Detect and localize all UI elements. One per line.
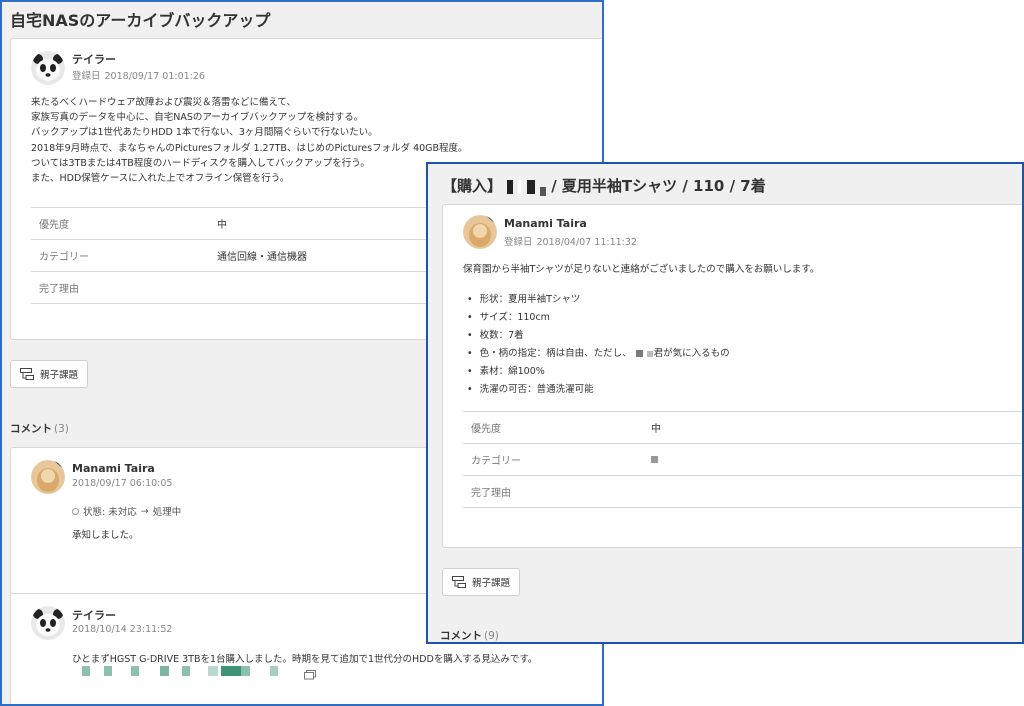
- photo-avatar-icon[interactable]: [31, 460, 65, 494]
- photo-avatar-icon[interactable]: [463, 215, 497, 249]
- comment-author[interactable]: テイラー: [72, 607, 116, 623]
- issue-spec-list: 形状：夏用半袖Tシャツ サイズ：110cm 枚数：7着 色・柄の指定：柄は自由、…: [467, 291, 730, 399]
- description-line: ついては3TBまたは4TB程度のハードディスクを購入してバックアップを行う。: [31, 157, 370, 169]
- property-row: 完了理由: [463, 475, 1022, 508]
- issue-author[interactable]: テイラー: [72, 51, 116, 67]
- parent-child-label: 親子課題: [472, 578, 511, 589]
- parent-child-label: 親子課題: [40, 370, 79, 381]
- parent-child-icon: [20, 368, 34, 380]
- description-line: 家族写真のデータを中心に、自宅NASのアーカイブバックアップを検討する。: [31, 112, 364, 124]
- parent-child-icon: [452, 576, 466, 588]
- redacted-name: [507, 177, 551, 196]
- spec-item: サイズ：110cm: [467, 309, 730, 327]
- property-key: カテゴリー: [463, 443, 643, 476]
- description-line: バックアップは1世代あたりHDD 1本で行ない、3ヶ月間隔ぐらいで行ないたい。: [31, 127, 378, 139]
- issue-created-date: 登録日 2018/04/07 11:11:32: [504, 237, 637, 248]
- issue-title: 【購入】 / 夏用半袖Tシャツ / 110 / 7着: [442, 177, 766, 196]
- issue-intro: 保育園から半袖Tシャツが足りないと連絡がございましたので購入をお願いします。: [463, 264, 820, 275]
- comment-text: ひとまずHGST G-DRIVE 3TBを1台購入しました。時期を見て追加で1世…: [72, 654, 538, 665]
- property-key: 優先度: [463, 411, 643, 444]
- spec-item: 素材：綿100%: [467, 363, 730, 381]
- comment-date: 2018/10/14 23:11:52: [72, 624, 173, 635]
- property-key: 完了理由: [463, 475, 643, 508]
- issue-created-date: 登録日 2018/09/17 01:01:26: [72, 71, 205, 82]
- property-key: 完了理由: [31, 271, 209, 304]
- issue-title: 自宅NASのアーカイブバックアップ: [10, 11, 271, 30]
- spec-item: 枚数：7着: [467, 327, 730, 345]
- property-row: 優先度 中: [463, 411, 1022, 444]
- description-line: また、HDD保管ケースに入れた上でオフライン保管を行う。: [31, 173, 290, 185]
- panda-avatar-icon[interactable]: [31, 606, 65, 640]
- spec-item: 形状：夏用半袖Tシャツ: [467, 291, 730, 309]
- issue-description: 来たるべくハードウェア故障および震災＆落雷などに備えて、 家族写真のデータを中心…: [31, 95, 468, 186]
- issue-author[interactable]: Manami Taira: [504, 217, 587, 230]
- arrow-right-icon: →: [140, 505, 149, 517]
- attachment-icon[interactable]: [304, 665, 316, 684]
- status-dot-icon: [72, 507, 79, 515]
- comment-author[interactable]: Manami Taira: [72, 462, 155, 475]
- comment-date: 2018/09/17 06:10:05: [72, 478, 173, 489]
- parent-child-button[interactable]: 親子課題: [10, 360, 89, 388]
- comment-text: 承知しました。: [72, 530, 139, 541]
- parent-child-button[interactable]: 親子課題: [442, 568, 521, 596]
- property-value: [643, 443, 1022, 476]
- issue-description-card: Manami Taira 登録日 2018/04/07 11:11:32 保育園か…: [442, 204, 1022, 548]
- redacted-category: [651, 455, 658, 463]
- redacted-name: [646, 350, 653, 357]
- pixelated-attachment-strip: [82, 666, 312, 678]
- status-change: 状態: 未対応 → 処理中: [72, 504, 181, 518]
- description-line: 来たるべくハードウェア故障および震災＆落雷などに備えて、: [31, 97, 297, 108]
- comments-count: (3): [54, 423, 69, 435]
- comments-count: (9): [484, 630, 499, 642]
- comments-heading: コメント (9): [440, 630, 499, 642]
- description-line: 2018年9月時点で、まなちゃんのPicturesフォルダ 1.27TB、はじめ…: [31, 142, 468, 154]
- comments-heading: コメント (3): [10, 423, 69, 435]
- panda-avatar-icon[interactable]: [31, 51, 65, 85]
- issue-properties: 優先度 中 カテゴリー 完了理由: [463, 411, 1022, 508]
- spec-item: 洗濯の可否：普通洗濯可能: [467, 381, 730, 399]
- redacted-name: [635, 350, 643, 357]
- issue-window-tshirt: 【購入】 / 夏用半袖Tシャツ / 110 / 7着 Manami Taira …: [426, 162, 1024, 644]
- spec-item: 色・柄の指定：柄は自由、ただし、君が気に入るもの: [467, 345, 730, 363]
- property-value: [643, 475, 1022, 508]
- property-key: 優先度: [31, 207, 209, 240]
- property-value: 中: [643, 411, 1022, 444]
- property-row: カテゴリー: [463, 443, 1022, 476]
- property-key: カテゴリー: [31, 239, 209, 272]
